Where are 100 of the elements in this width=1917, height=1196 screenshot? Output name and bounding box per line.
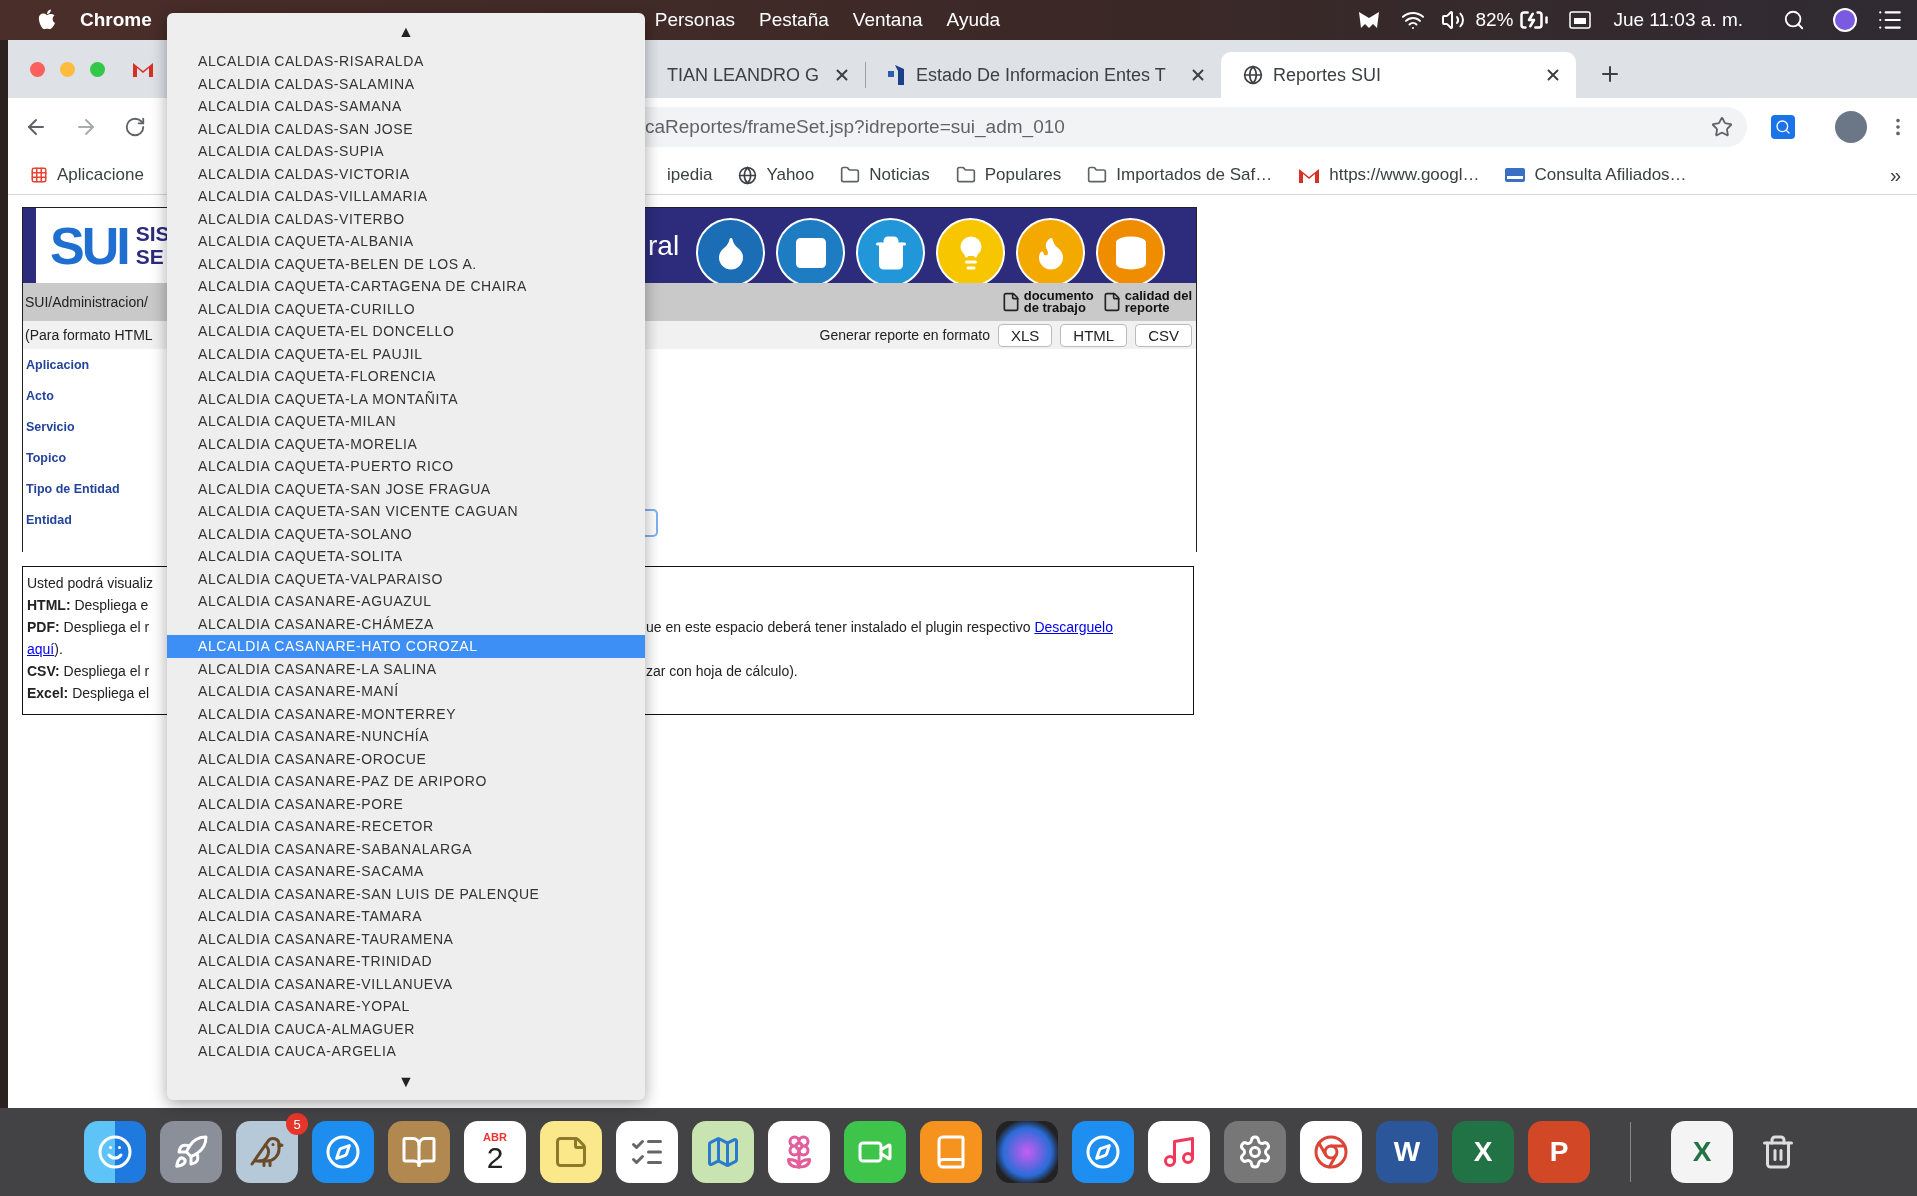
dropdown-option[interactable]: ALCALDIA CAUCA-ALMAGUER: [167, 1017, 645, 1040]
search-extension-icon[interactable]: [1771, 115, 1795, 139]
dropdown-option[interactable]: ALCALDIA CASANARE-LA SALINA: [167, 657, 645, 680]
dock-item[interactable]: W: [1376, 1121, 1438, 1183]
bookmarks-overflow[interactable]: »: [1889, 163, 1901, 187]
dock-item[interactable]: [1148, 1121, 1210, 1183]
dropdown-option[interactable]: ALCALDIA CAQUETA-LA MONTAÑITA: [167, 387, 645, 410]
dropdown-option[interactable]: ALCALDIA CAQUETA-MORELIA: [167, 432, 645, 455]
menu-item[interactable]: Pestaña: [759, 9, 829, 31]
dock-item[interactable]: [540, 1121, 602, 1183]
dropdown-option[interactable]: ALCALDIA CAQUETA-FLORENCIA: [167, 365, 645, 388]
dropdown-option[interactable]: ALCALDIA CASANARE-CHÁMEZA: [167, 612, 645, 635]
dropdown-option[interactable]: ALCALDIA CAQUETA-MILAN: [167, 410, 645, 433]
dropdown-option[interactable]: ALCALDIA CASANARE-YOPAL: [167, 995, 645, 1018]
dropdown-option[interactable]: ALCALDIA CASANARE-SAN LUIS DE PALENQUE: [167, 882, 645, 905]
volume-icon[interactable]: [1441, 8, 1466, 32]
dock-item[interactable]: [160, 1121, 222, 1183]
dropdown-option[interactable]: ALCALDIA CASANARE-MANÍ: [167, 680, 645, 703]
dropdown-option[interactable]: ALCALDIA CAQUETA-CARTAGENA DE CHAIRA: [167, 275, 645, 298]
dropdown-option[interactable]: ALCALDIA CASANARE-SACAMA: [167, 860, 645, 883]
menu-item[interactable]: Personas: [654, 9, 736, 31]
bookmark[interactable]: ipedia: [667, 165, 713, 185]
dropdown-option[interactable]: ALCALDIA CALDAS-RISARALDA: [167, 50, 645, 73]
dock-item[interactable]: [84, 1121, 146, 1183]
dock-item[interactable]: ABR 2: [464, 1121, 526, 1183]
dock-item[interactable]: [312, 1121, 374, 1183]
dropdown-option[interactable]: ALCALDIA CAQUETA-BELEN DE LOS A.: [167, 252, 645, 275]
format-button[interactable]: XLS: [997, 323, 1053, 347]
dropdown-option[interactable]: ALCALDIA CAQUETA-CURILLO: [167, 297, 645, 320]
dropdown-option[interactable]: ALCALDIA CASANARE-TAURAMENA: [167, 927, 645, 950]
bookmark[interactable]: Yahoo: [738, 165, 815, 185]
dock-item[interactable]: P: [1528, 1121, 1590, 1183]
format-button[interactable]: CSV: [1135, 323, 1192, 347]
dropdown-option[interactable]: ALCALDIA CALDAS-VICTORIA: [167, 162, 645, 185]
dropdown-option[interactable]: ALCALDIA CALDAS-VITERBO: [167, 207, 645, 230]
dock-item[interactable]: [1300, 1121, 1362, 1183]
dropdown-option[interactable]: ALCALDIA CASANARE-RECETOR: [167, 815, 645, 838]
app-menu[interactable]: Chrome: [80, 9, 152, 31]
menu-item[interactable]: Ventana: [852, 9, 923, 31]
menu-item[interactable]: Ayuda: [946, 9, 1001, 31]
dock-item[interactable]: [844, 1121, 906, 1183]
orb-icon[interactable]: [1833, 8, 1857, 32]
shield-icon[interactable]: [1357, 10, 1382, 30]
dock-item[interactable]: [692, 1121, 754, 1183]
dropdown-option[interactable]: ALCALDIA CALDAS-SALAMINA: [167, 72, 645, 95]
keyboard-icon[interactable]: [1569, 11, 1592, 29]
star-icon[interactable]: [1711, 116, 1733, 138]
dropdown-option[interactable]: ALCALDIA CAQUETA-EL DONCELLO: [167, 320, 645, 343]
dock-item[interactable]: [388, 1121, 450, 1183]
dock-item[interactable]: [616, 1121, 678, 1183]
browser-tab[interactable]: Reportes SUI: [1221, 52, 1576, 98]
browser-tab[interactable]: TIAN LEANDRO G: [667, 52, 865, 98]
bookmark[interactable]: Aplicacione: [30, 165, 144, 185]
scroll-up-arrow[interactable]: ▲: [398, 13, 414, 50]
document-link[interactable]: documento de trabajo: [1023, 289, 1094, 315]
close-icon[interactable]: [1189, 66, 1207, 84]
dock-item[interactable]: [236, 1121, 298, 1183]
dropdown-option[interactable]: ALCALDIA CASANARE-AGUAZUL: [167, 590, 645, 613]
clock[interactable]: Jue 11:03 a. m.: [1613, 9, 1743, 31]
dropdown-option[interactable]: ALCALDIA CASANARE-OROCUE: [167, 747, 645, 770]
avatar-icon[interactable]: [1835, 111, 1867, 143]
dropdown-option[interactable]: ALCALDIA CASANARE-TAMARA: [167, 905, 645, 928]
bookmark[interactable]: Populares: [955, 165, 1062, 185]
bookmark[interactable]: https://www.googl…: [1298, 165, 1480, 185]
dropdown-option[interactable]: ALCALDIA CAQUETA-SAN JOSE FRAGUA: [167, 477, 645, 500]
dropdown-option[interactable]: ALCALDIA CAQUETA-PUERTO RICO: [167, 455, 645, 478]
dropdown-option[interactable]: ALCALDIA CASANARE-MONTERREY: [167, 702, 645, 725]
dropdown-option[interactable]: ALCALDIA CASANARE-NUNCHÍA: [167, 725, 645, 748]
format-button[interactable]: HTML: [1060, 323, 1128, 347]
scroll-down-arrow[interactable]: ▼: [398, 1063, 414, 1100]
bookmark[interactable]: Noticias: [840, 165, 930, 185]
dropdown-option[interactable]: ALCALDIA CAQUETA-SOLANO: [167, 522, 645, 545]
document-link[interactable]: calidad del reporte: [1124, 289, 1192, 315]
dropdown-option[interactable]: ALCALDIA CASANARE-SABANALARGA: [167, 837, 645, 860]
close-icon[interactable]: [833, 66, 851, 84]
dock-item[interactable]: [920, 1121, 982, 1183]
dropdown-option[interactable]: ALCALDIA CASANARE-VILLANUEVA: [167, 972, 645, 995]
dropdown-option[interactable]: ALCALDIA CAQUETA-VALPARAISO: [167, 567, 645, 590]
reload-icon[interactable]: [124, 116, 146, 138]
close-icon[interactable]: [1544, 66, 1562, 84]
dock-item[interactable]: [1224, 1121, 1286, 1183]
download-link[interactable]: aquí: [27, 641, 55, 657]
dropdown-option[interactable]: ALCALDIA CAQUETA-EL PAUJIL: [167, 342, 645, 365]
dropdown-option[interactable]: ALCALDIA CAUCA-ARGELIA: [167, 1040, 645, 1063]
dropdown-option[interactable]: ALCALDIA CASANARE-PAZ DE ARIPORO: [167, 770, 645, 793]
browser-tab[interactable]: Estado De Informacion Entes T: [866, 52, 1221, 98]
search-icon[interactable]: [1783, 9, 1805, 31]
dropdown-option[interactable]: ALCALDIA CAQUETA-SAN VICENTE CAGUAN: [167, 500, 645, 523]
dock-item[interactable]: [768, 1121, 830, 1183]
dropdown-option[interactable]: ALCALDIA CALDAS-VILLAMARIA: [167, 185, 645, 208]
dropdown-option[interactable]: ALCALDIA CASANARE-TRINIDAD: [167, 950, 645, 973]
dropdown-option[interactable]: ALCALDIA CAQUETA-SOLITA: [167, 545, 645, 568]
dropdown-option[interactable]: ALCALDIA CASANARE-PORE: [167, 792, 645, 815]
bookmark[interactable]: Consulta Afiliados…: [1505, 165, 1687, 185]
dropdown-option[interactable]: ALCALDIA CAQUETA-ALBANIA: [167, 230, 645, 253]
download-link[interactable]: Descarguelo: [1034, 619, 1113, 635]
dock-item[interactable]: X: [1671, 1121, 1733, 1183]
apple-icon[interactable]: [38, 9, 56, 31]
dock-item[interactable]: [1072, 1121, 1134, 1183]
dock-item[interactable]: X: [1452, 1121, 1514, 1183]
